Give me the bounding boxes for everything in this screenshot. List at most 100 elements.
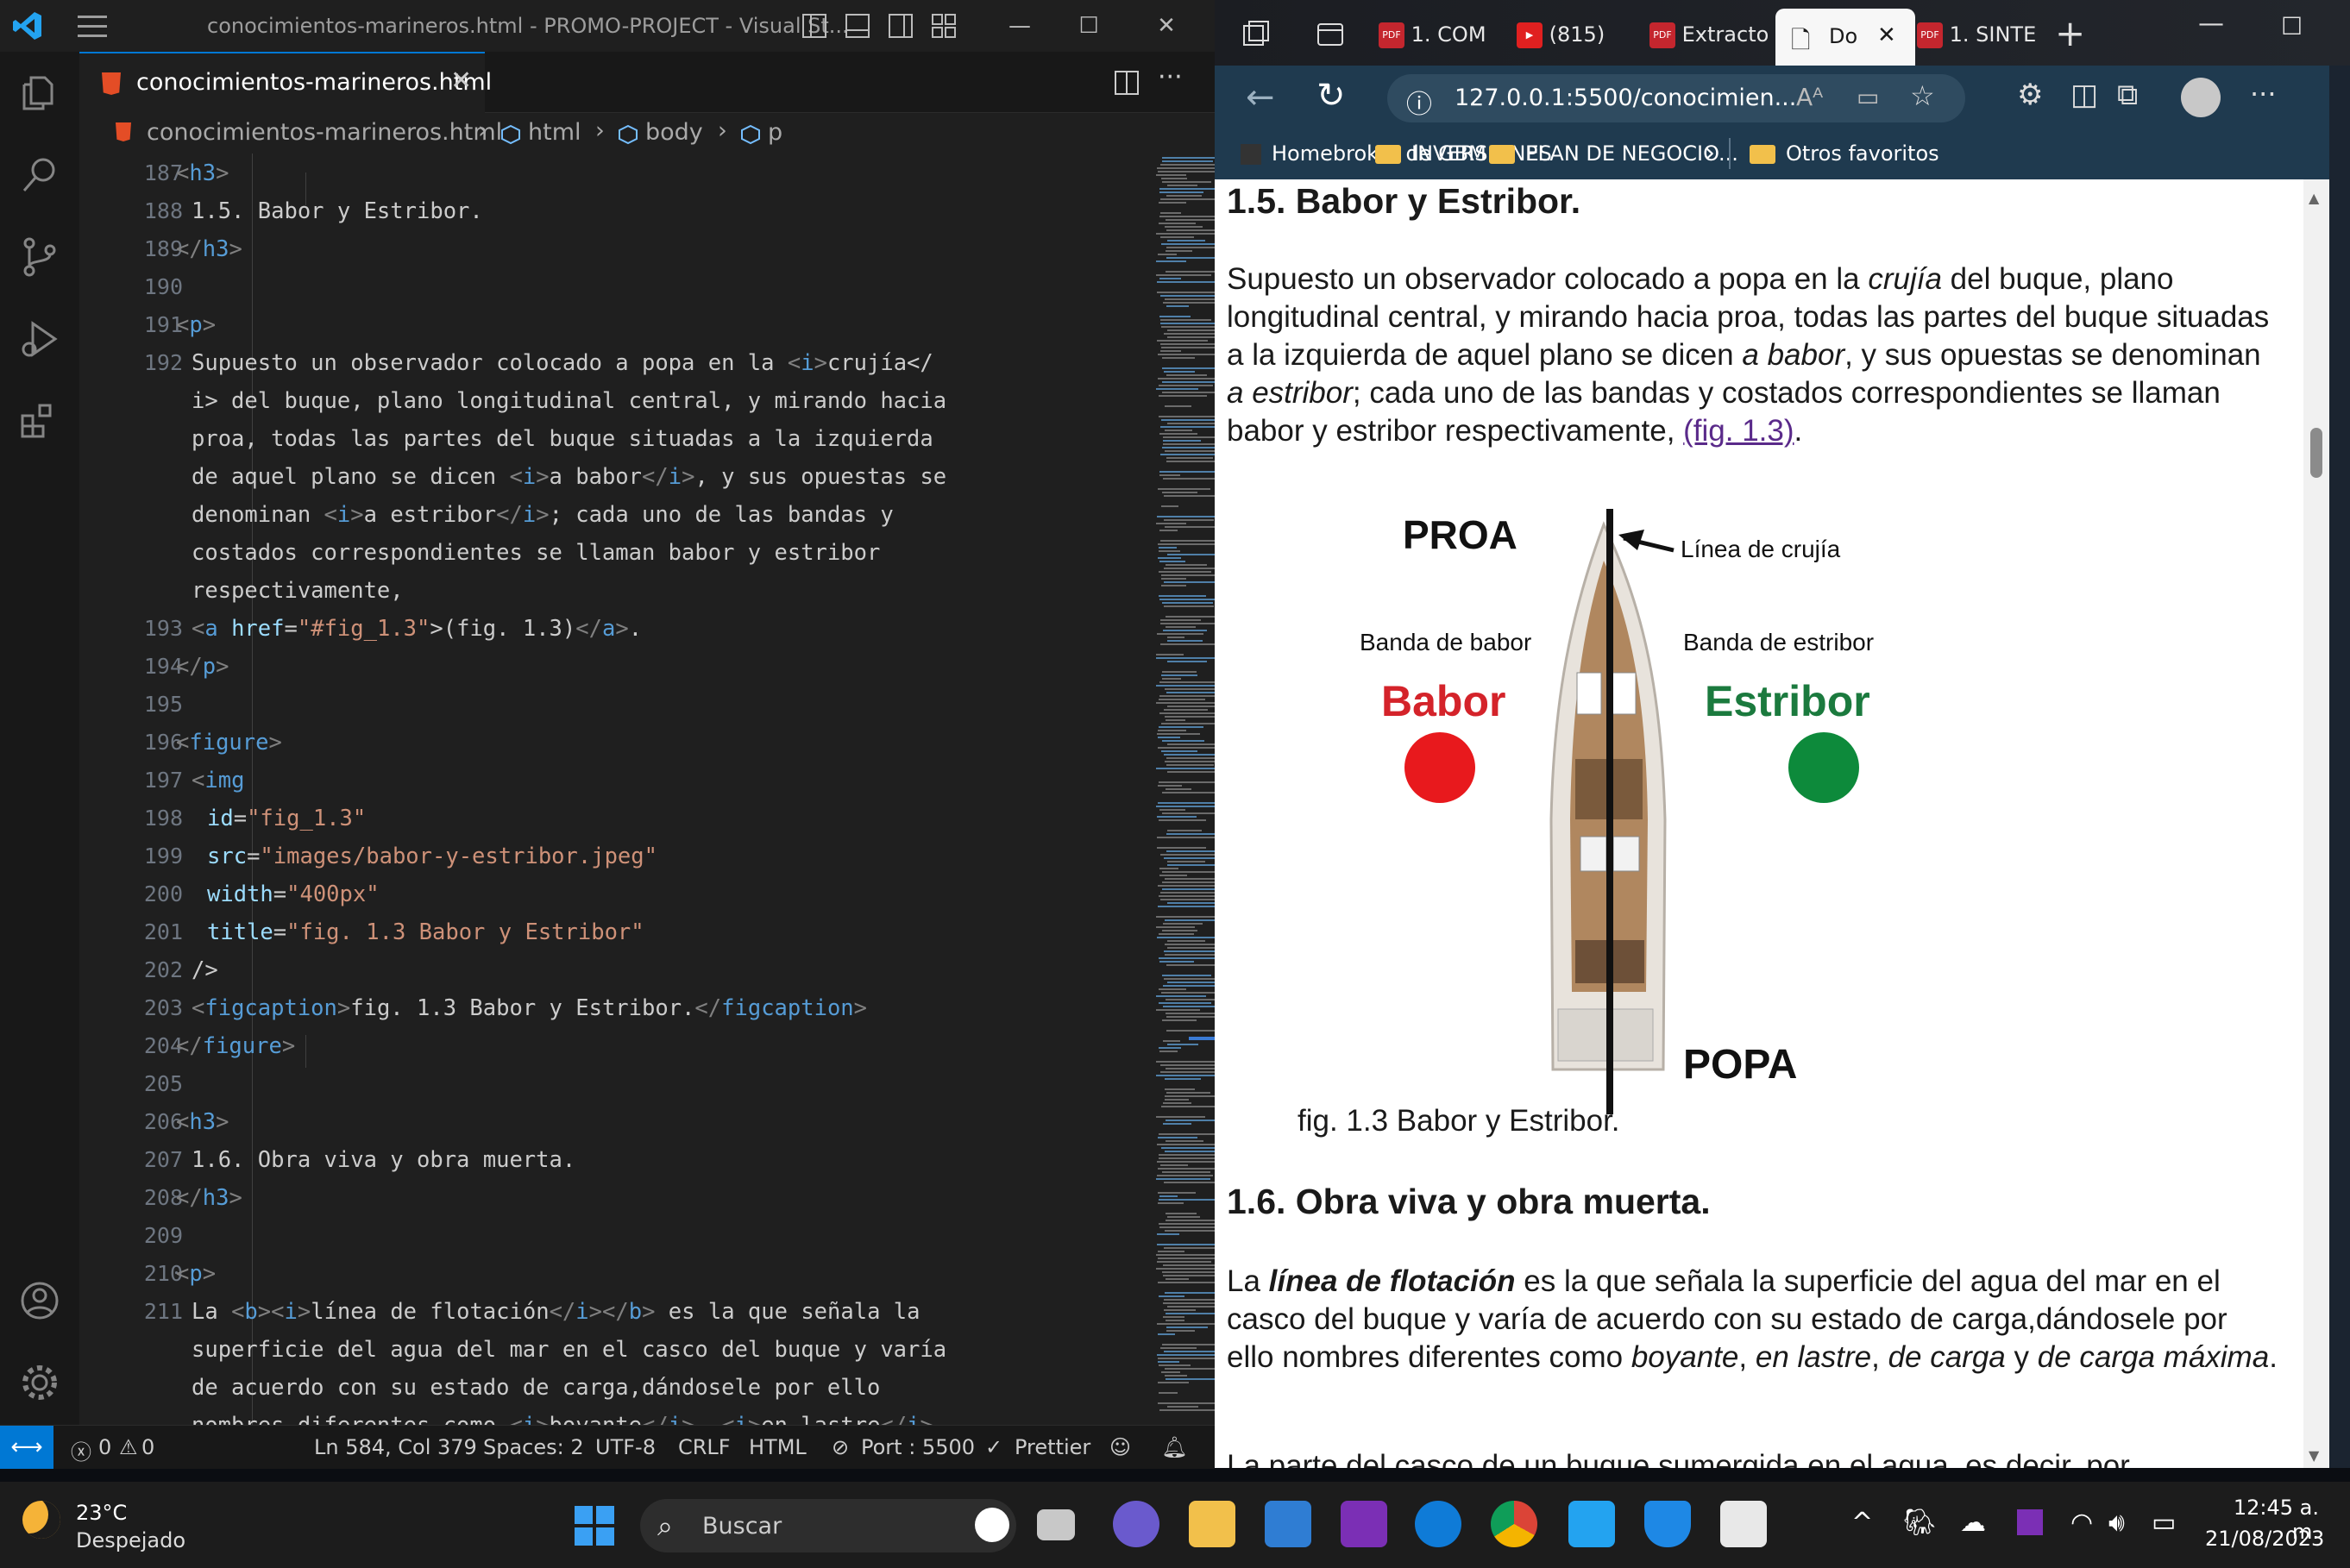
split-screen-icon[interactable]: ◫ — [2070, 78, 2098, 112]
bing-icon[interactable] — [975, 1508, 1009, 1542]
scroll-up-icon[interactable]: ▲ — [2309, 190, 2319, 206]
snipping-tool-icon[interactable] — [1720, 1501, 1767, 1547]
read-aloud-icon[interactable]: Aᴬ — [1796, 83, 1823, 111]
scrollbar-thumb[interactable] — [2310, 428, 2322, 478]
minimap-line — [1159, 223, 1196, 224]
more-actions-icon[interactable]: ··· — [1158, 62, 1183, 92]
minimap-line — [1162, 678, 1181, 680]
address-bar[interactable]: ⓘ 127.0.0.1:5500/conocimien... Aᴬ ▭ ☆ — [1387, 74, 1965, 122]
indentation[interactable]: Spaces: 2 — [483, 1435, 584, 1459]
immersive-reader-icon[interactable]: ▭ — [1857, 83, 1879, 111]
explorer-icon[interactable] — [16, 69, 64, 117]
search-icon[interactable] — [16, 151, 64, 199]
minimap-line — [1160, 454, 1215, 455]
mail-icon[interactable] — [1265, 1501, 1311, 1547]
collections-icon[interactable]: ⧉ — [2117, 78, 2138, 112]
page-scrollbar[interactable]: ▲ ▼ — [2303, 179, 2329, 1468]
prettier-status[interactable]: Prettier — [1015, 1435, 1090, 1459]
chrome-icon[interactable] — [1491, 1501, 1537, 1547]
tab-close-icon[interactable]: ✕ — [450, 66, 472, 96]
code-line: nombres diferentes como <i>boyante</i>, … — [192, 1413, 946, 1425]
favorite-star-icon[interactable]: ☆ — [1910, 79, 1935, 112]
vscode-taskbar-icon[interactable] — [1568, 1501, 1615, 1547]
line-ending[interactable]: CRLF — [678, 1435, 731, 1459]
onenote-tray-icon[interactable] — [2017, 1509, 2043, 1535]
minimap-line — [1159, 933, 1194, 935]
wifi-icon[interactable]: ◠ — [2070, 1508, 2093, 1538]
customize-layout-icon[interactable] — [932, 14, 956, 38]
clock-date[interactable]: 21/08/2023 — [2205, 1527, 2324, 1551]
breadcrumb-body[interactable]: body — [645, 119, 703, 146]
maximize-button[interactable]: ☐ — [2281, 12, 2303, 41]
breadcrumb-file[interactable]: conocimientos-marineros.html — [147, 119, 502, 146]
volume-icon[interactable]: 🔊︎ — [2108, 1508, 2125, 1538]
cursor-position[interactable]: Ln 584, Col 379 — [314, 1435, 477, 1459]
onenote-icon[interactable] — [1341, 1501, 1387, 1547]
tab-actions-icon[interactable] — [1315, 19, 1346, 50]
minimap-line — [1156, 274, 1211, 276]
live-server-port[interactable]: Port : 5500 — [861, 1435, 975, 1459]
source-control-icon[interactable] — [16, 233, 64, 281]
notifications-icon[interactable]: 🔔︎ — [1161, 1435, 1187, 1459]
breadcrumb-html[interactable]: html — [528, 119, 581, 146]
fig-1-3-link[interactable]: (fig. 1.3) — [1683, 414, 1794, 448]
code-line: <h3> — [176, 160, 229, 186]
refresh-icon[interactable]: ↻ — [1316, 76, 1346, 116]
tab-conocimientos-marineros[interactable]: conocimientos-marineros.html ✕ — [79, 52, 492, 114]
minimap[interactable] — [1156, 154, 1215, 1425]
weather-temp[interactable]: 23°C — [76, 1501, 127, 1525]
favorite-folder-otros[interactable]: Otros favoritos — [1750, 141, 1939, 166]
chevron-right-icon[interactable]: › — [1705, 138, 1715, 168]
tab-active[interactable]: 🗋 Do ✕ — [1775, 9, 1915, 66]
minimap-line — [1166, 271, 1215, 273]
tab-close-icon[interactable]: ✕ — [1877, 22, 1896, 48]
encoding[interactable]: UTF-8 — [595, 1435, 656, 1459]
battery-icon[interactable]: ▭ — [2152, 1508, 2176, 1538]
toggle-secondary-sidebar-icon[interactable] — [889, 14, 913, 38]
taskbar-search[interactable]: ⌕ Buscar — [640, 1499, 1016, 1552]
extensions-icon[interactable]: ⚙ — [2017, 78, 2043, 112]
evernote-icon[interactable]: 🐘︎ — [1903, 1508, 1936, 1538]
weather-desc[interactable]: Despejado — [76, 1528, 185, 1552]
language-mode[interactable]: HTML — [749, 1435, 807, 1459]
maximize-button[interactable]: ☐ — [1061, 0, 1116, 52]
minimize-button[interactable]: — — [992, 0, 1047, 52]
chevron-up-icon[interactable]: ^ — [1851, 1508, 1873, 1538]
minimap-line — [1161, 243, 1215, 245]
onedrive-icon[interactable]: ☁ — [1960, 1508, 1986, 1538]
teams-chat-icon[interactable] — [1113, 1501, 1159, 1547]
warnings-count[interactable]: 0 — [141, 1435, 154, 1459]
minimap-line — [1156, 174, 1186, 176]
errors-count[interactable]: 0 — [98, 1435, 111, 1459]
scroll-down-icon[interactable]: ▼ — [2309, 1447, 2319, 1464]
accounts-icon[interactable] — [16, 1276, 64, 1325]
close-button[interactable]: ✕ — [1139, 0, 1194, 52]
back-icon[interactable]: ← — [1246, 78, 1275, 117]
minimap-line — [1166, 1013, 1215, 1014]
more-menu-icon[interactable]: ··· — [2250, 78, 2277, 110]
workspaces-icon[interactable] — [1241, 19, 1272, 50]
toggle-sidebar-icon[interactable] — [802, 14, 826, 38]
minimize-button[interactable]: — — [2198, 9, 2224, 39]
favorite-folder-plan[interactable]: PLAN DE NEGOCIO... — [1489, 141, 1738, 166]
split-editor-icon[interactable] — [1115, 71, 1139, 95]
toggle-panel-icon[interactable] — [845, 14, 870, 38]
feedback-icon[interactable]: ☺ — [1109, 1435, 1131, 1459]
task-view-icon[interactable] — [1037, 1509, 1075, 1540]
remote-indicator[interactable]: ⟷ — [0, 1426, 53, 1469]
extensions-icon[interactable] — [16, 397, 64, 445]
file-explorer-icon[interactable] — [1189, 1501, 1235, 1547]
avatar[interactable] — [2181, 78, 2221, 117]
windows-start-icon[interactable] — [575, 1506, 614, 1546]
menu-icon[interactable] — [78, 16, 107, 38]
edge-icon[interactable] — [1415, 1501, 1461, 1547]
breadcrumb-p[interactable]: p — [768, 119, 782, 146]
minimap-line — [1158, 1137, 1197, 1138]
security-shield-icon[interactable] — [1644, 1501, 1691, 1547]
new-tab-icon[interactable]: + — [2055, 12, 2085, 54]
info-icon[interactable]: ⓘ — [1406, 83, 1432, 121]
gear-icon[interactable] — [16, 1358, 64, 1407]
run-debug-icon[interactable] — [16, 315, 64, 363]
code-editor[interactable]: 187 <h3> 188 1.5. Babor y Estribor. 189 </h3>… — [79, 154, 1215, 1425]
vscode-titlebar: conocimientos-marineros.html - PROMO-PRO… — [0, 0, 1215, 52]
